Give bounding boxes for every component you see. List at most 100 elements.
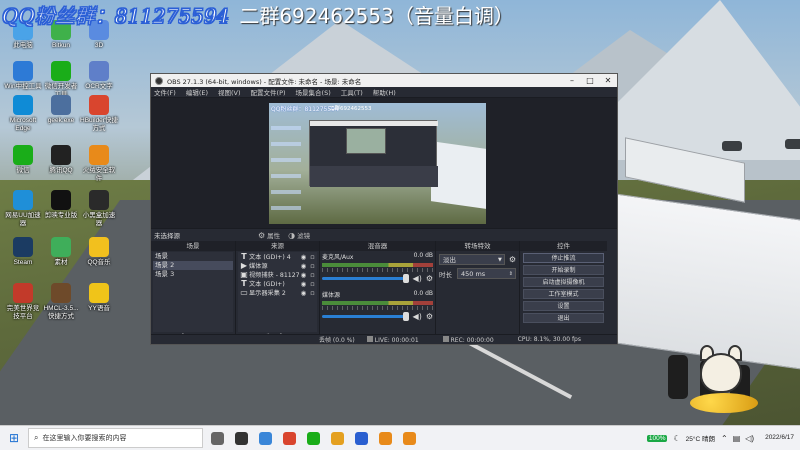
fader-row: ◀) ⚙ xyxy=(322,274,433,283)
menu-item[interactable]: 视图(V) xyxy=(218,87,241,97)
control-button[interactable]: 工作室模式 xyxy=(523,289,604,299)
obs-preview-area[interactable]: QQ粉丝群：811275594 二群692462553 xyxy=(151,98,617,228)
menu-item[interactable]: 配置文件(P) xyxy=(251,87,286,97)
menu-item[interactable]: 编辑(E) xyxy=(186,87,208,97)
taskbar-obs-app[interactable] xyxy=(231,429,251,447)
desktop-icon[interactable]: OCR文字 xyxy=(80,61,118,91)
obs-window[interactable]: OBS 27.1.3 (64-bit, windows) - 配置文件: 未命名… xyxy=(150,73,618,345)
clock[interactable]: 2022/6/17 xyxy=(765,434,794,442)
control-button[interactable]: 停止推流 xyxy=(523,253,604,263)
lock-icon[interactable]: ▫ xyxy=(308,271,317,279)
minimize-icon[interactable]: – xyxy=(563,76,581,85)
scenes-dock-title: 场景 xyxy=(151,241,235,251)
desktop-icon[interactable]: 微信 xyxy=(4,145,42,175)
filters-label: 滤镜 xyxy=(297,232,311,240)
volume-slider[interactable] xyxy=(322,274,409,283)
scene-item[interactable]: 场景 2 xyxy=(153,261,233,270)
speaker-icon[interactable]: ◀) xyxy=(413,312,422,321)
eye-icon[interactable]: ◉ xyxy=(299,271,308,279)
taskbar-app-6[interactable] xyxy=(327,429,347,447)
desktop-icon[interactable]: 素材 xyxy=(42,237,80,267)
desktop-icon[interactable]: 剪映专业版 xyxy=(42,190,80,220)
obs-app-icon xyxy=(234,431,248,445)
app-icon xyxy=(51,237,71,257)
menu-item[interactable]: 帮助(H) xyxy=(373,87,396,97)
scene-item[interactable]: 场景 3 xyxy=(153,270,233,279)
desktop-icon[interactable]: 小黑盒加速器 xyxy=(80,190,118,227)
lock-icon[interactable]: ▫ xyxy=(308,289,317,297)
obs-preview-canvas[interactable]: QQ粉丝群：811275594 二群692462553 xyxy=(269,103,486,224)
volume-icon[interactable]: ◁) xyxy=(745,434,754,443)
taskbar-app-5[interactable] xyxy=(303,429,323,447)
source-row[interactable]: T 文本 (GDI+) 4 ◉ ▫ xyxy=(238,252,317,261)
eye-icon[interactable]: ◉ xyxy=(299,289,308,297)
gear-icon[interactable]: ⚙ xyxy=(509,255,516,264)
obs-titlebar[interactable]: OBS 27.1.3 (64-bit, windows) - 配置文件: 未命名… xyxy=(151,74,617,87)
taskbar-app-9[interactable] xyxy=(399,429,419,447)
taskbar-browser-app[interactable] xyxy=(255,429,275,447)
menu-item[interactable]: 文件(F) xyxy=(154,87,176,97)
taskbar-app-8[interactable] xyxy=(375,429,395,447)
app-icon xyxy=(89,283,109,303)
cpu-status: CPU: 8.1%, 30.00 fps xyxy=(517,336,581,343)
source-row[interactable]: T 文本 (GDI+) ◉ ▫ xyxy=(238,279,317,288)
desktop-icon[interactable]: HMCL-3.5...快捷方式 xyxy=(42,283,80,320)
close-icon[interactable]: ✕ xyxy=(599,76,617,85)
weather-text[interactable]: 25°C 晴朗 xyxy=(686,433,715,443)
taskbar-task-view[interactable] xyxy=(207,429,227,447)
duration-spinbox[interactable]: 450 ms ⇕ xyxy=(457,268,516,279)
source-row[interactable]: ▶ 媒体源 ◉ ▫ xyxy=(238,261,317,270)
desktop-icon[interactable]: 微信开发者工具 xyxy=(42,61,80,98)
desktop-icon[interactable]: 完美世界竞技平台 xyxy=(4,283,42,320)
obs-logo-icon xyxy=(155,76,163,85)
desktop-icon[interactable]: Microsoft Edge xyxy=(4,95,42,132)
desktop-icon[interactable]: QQ音乐 xyxy=(80,237,118,267)
preview-desktop-icons xyxy=(271,117,301,217)
transition-select[interactable]: 淡出 ▼ xyxy=(439,254,505,265)
eye-icon[interactable]: ◉ xyxy=(299,253,308,261)
menu-item[interactable]: 工具(T) xyxy=(341,87,363,97)
chevron-down-icon: ▼ xyxy=(497,257,502,263)
volume-slider[interactable] xyxy=(322,312,409,321)
source-row[interactable]: ▣视频捕获 - 811275594◉▫ xyxy=(238,270,317,279)
gear-icon[interactable]: ⚙ xyxy=(426,312,433,321)
source-row[interactable]: ▭ 显示器采集 2 ◉ ▫ xyxy=(238,288,317,297)
control-button[interactable]: 开始录制 xyxy=(523,265,604,275)
desktop-icon[interactable]: 腾讯QQ xyxy=(42,145,80,175)
control-button[interactable]: 退出 xyxy=(523,313,604,323)
control-button[interactable]: 启动虚拟摄像机 xyxy=(523,277,604,287)
desktop-icon-label: 微信 xyxy=(16,167,30,174)
app-icon xyxy=(51,95,71,115)
speaker-icon[interactable]: ◀) xyxy=(413,274,422,283)
taskbar-search[interactable]: ⌕ 在这里输入你要搜索的内容 xyxy=(28,428,203,448)
network-icon[interactable]: ▤ xyxy=(733,434,741,443)
eye-icon[interactable]: ◉ xyxy=(299,280,308,288)
desktop-icon[interactable]: Win中控工具 xyxy=(4,61,42,91)
menu-item[interactable]: 场景集合(S) xyxy=(296,87,331,97)
duration-row: 时长 450 ms ⇕ xyxy=(439,268,516,279)
desktop-icon[interactable]: geek.exe xyxy=(42,95,80,125)
gear-icon[interactable]: ⚙ xyxy=(426,274,433,283)
mixer-list: 麦克风/Aux 0.0 dB ◀) ⚙ 媒体源 0.0 dB ◀) ⚙ xyxy=(320,251,435,327)
desktop-icon[interactable]: Steam xyxy=(4,237,42,267)
lock-icon[interactable]: ▫ xyxy=(308,253,317,261)
desktop-icon[interactable]: 网易UU加速器 xyxy=(4,190,42,227)
desktop-icon-label: YY语音 xyxy=(88,305,110,312)
windows-start-icon[interactable]: ⊞ xyxy=(0,431,28,445)
control-button[interactable]: 设置 xyxy=(523,301,604,311)
properties-button[interactable]: ⚙ 属性 xyxy=(258,230,281,241)
filters-button[interactable]: ◑ 滤镜 xyxy=(288,230,311,241)
chevron-up-icon[interactable]: ⌃ xyxy=(721,434,728,443)
eye-icon[interactable]: ◉ xyxy=(299,262,308,270)
desktop-icon[interactable]: 火绒安全软件 xyxy=(80,145,118,182)
scene-item[interactable]: 场景 xyxy=(153,252,233,261)
lock-icon[interactable]: ▫ xyxy=(308,280,317,288)
lock-icon[interactable]: ▫ xyxy=(308,262,317,270)
desktop-icon[interactable]: YY语音 xyxy=(80,283,118,313)
properties-label: 属性 xyxy=(267,232,281,240)
maximize-icon[interactable]: □ xyxy=(581,76,599,85)
taskbar-app-7[interactable] xyxy=(351,429,371,447)
taskbar-app-4[interactable] xyxy=(279,429,299,447)
battery-indicator[interactable]: 100% xyxy=(646,434,668,442)
desktop-icon[interactable]: HBuilder快捷方式 xyxy=(80,95,118,132)
